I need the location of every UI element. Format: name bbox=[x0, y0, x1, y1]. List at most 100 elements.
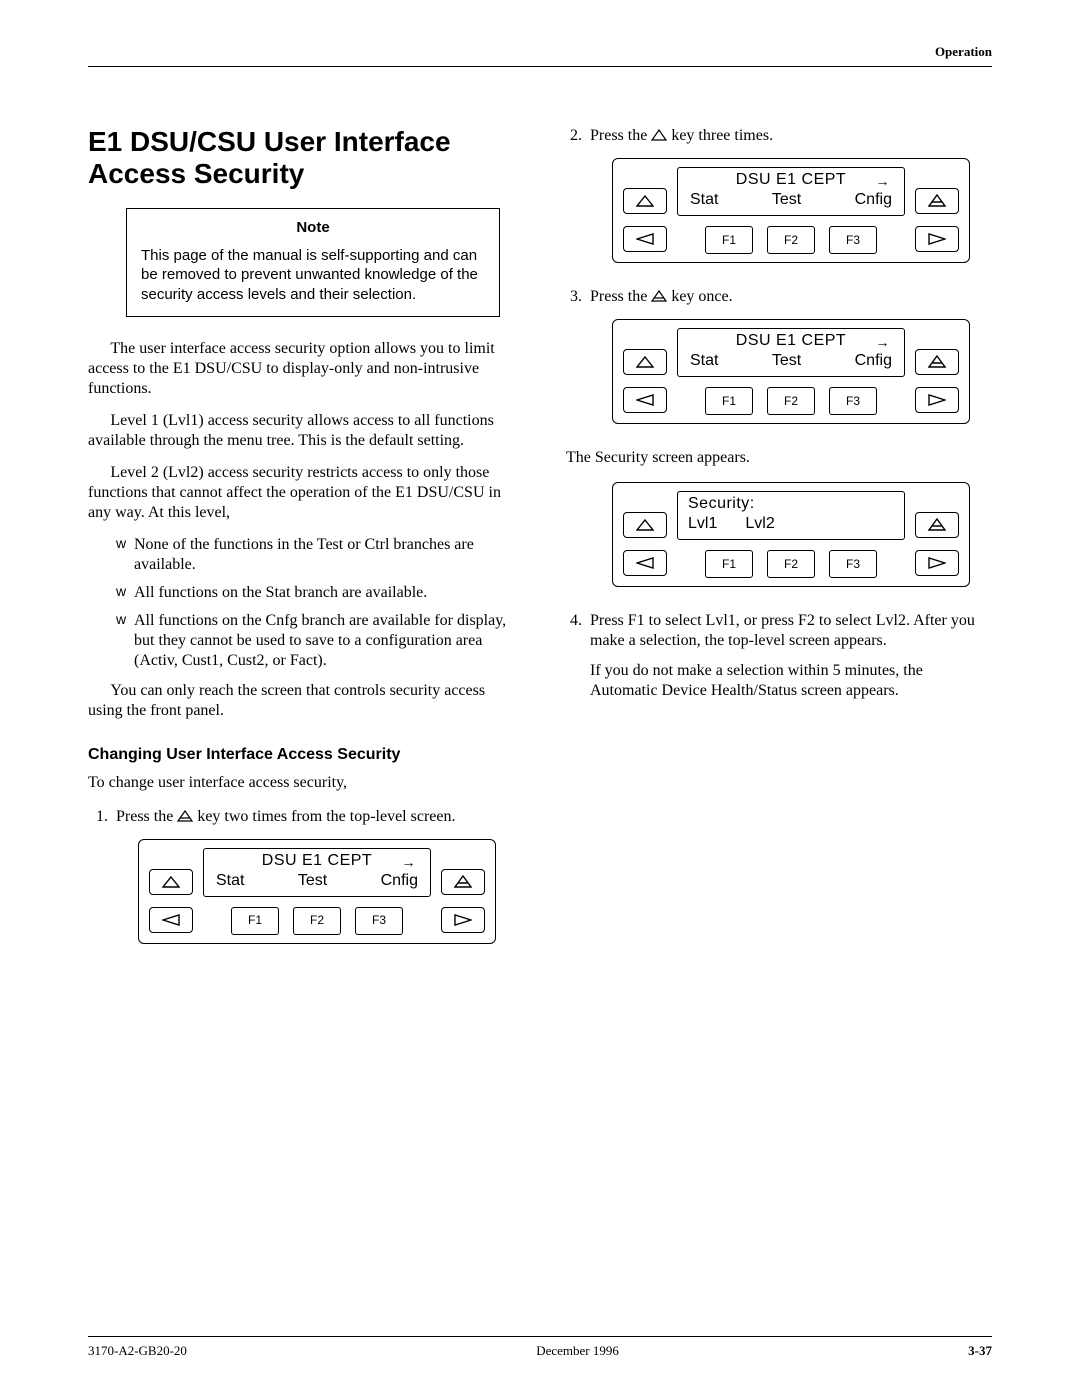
triangle-right-icon bbox=[928, 557, 946, 569]
step-4-extra: If you do not make a selection within 5 … bbox=[590, 661, 992, 701]
f3-button[interactable]: F3 bbox=[355, 907, 403, 935]
fkey-row: F1 F2 F3 bbox=[677, 226, 905, 254]
nav-up-button[interactable] bbox=[623, 188, 667, 214]
f2-button[interactable]: F2 bbox=[293, 907, 341, 935]
lcd-panel: DSU E1 CEPT → Stat Test Cnfig bbox=[612, 158, 970, 263]
menu-test: Test bbox=[772, 351, 801, 371]
triangle-bar-up-icon bbox=[928, 518, 946, 532]
f1-button[interactable]: F1 bbox=[231, 907, 279, 935]
f3-button[interactable]: F3 bbox=[829, 226, 877, 254]
lcd-panel: DSU E1 CEPT → Stat Test Cnfig bbox=[138, 839, 496, 944]
triangle-bar-up-icon bbox=[928, 194, 946, 208]
nav-home-button[interactable] bbox=[441, 869, 485, 895]
para-1: The user interface access security optio… bbox=[88, 339, 518, 399]
para-2: Level 1 (Lvl1) access security allows ac… bbox=[88, 411, 518, 451]
fkey-row: F1 F2 F3 bbox=[677, 550, 905, 578]
rule-top bbox=[88, 66, 992, 67]
f2-button[interactable]: F2 bbox=[767, 226, 815, 254]
column-right: Press the key three times. bbox=[562, 120, 992, 968]
nav-home-button[interactable] bbox=[915, 188, 959, 214]
menu-cnfig: Cnfig bbox=[855, 351, 892, 371]
step-2: Press the key three times. bbox=[586, 126, 992, 263]
f2-button[interactable]: F2 bbox=[767, 550, 815, 578]
bullet-list: None of the functions in the Test or Ctr… bbox=[88, 535, 518, 671]
triangle-bar-up-icon bbox=[177, 810, 193, 822]
nav-left-button[interactable] bbox=[623, 226, 667, 252]
lcd-panel: DSU E1 CEPT → Stat Test Cnfig bbox=[612, 319, 970, 424]
note-box: Note This page of the manual is self-sup… bbox=[126, 208, 500, 316]
note-body: This page of the manual is self-supporti… bbox=[141, 246, 485, 304]
fkey-row: F1 F2 F3 bbox=[677, 387, 905, 415]
security-lvl2: Lvl2 bbox=[745, 514, 774, 534]
step-1-text-a: Press the bbox=[116, 808, 177, 825]
f1-button[interactable]: F1 bbox=[705, 387, 753, 415]
triangle-up-icon bbox=[651, 129, 667, 141]
bullet-item: All functions on the Stat branch are ava… bbox=[116, 583, 518, 603]
page-title: E1 DSU/CSU User Interface Access Securit… bbox=[88, 126, 518, 190]
triangle-bar-up-icon bbox=[928, 355, 946, 369]
triangle-left-icon bbox=[162, 914, 180, 926]
f1-button[interactable]: F1 bbox=[705, 550, 753, 578]
content-columns: E1 DSU/CSU User Interface Access Securit… bbox=[88, 120, 992, 968]
triangle-left-icon bbox=[636, 233, 654, 245]
intro-2: To change user interface access security… bbox=[88, 773, 518, 793]
step-2-text-b: key three times. bbox=[671, 127, 773, 144]
step-2-text-a: Press the bbox=[590, 127, 651, 144]
screen-title: DSU E1 CEPT bbox=[736, 171, 846, 188]
nav-left-button[interactable] bbox=[623, 387, 667, 413]
triangle-right-icon bbox=[454, 914, 472, 926]
fkey-row: F1 F2 F3 bbox=[203, 907, 431, 935]
menu-stat: Stat bbox=[690, 351, 718, 371]
running-header: Operation bbox=[935, 44, 992, 60]
arrow-right-icon: → bbox=[876, 173, 891, 191]
nav-right-button[interactable] bbox=[915, 226, 959, 252]
lcd-screen: DSU E1 CEPT → Stat Test Cnfig bbox=[203, 848, 431, 897]
triangle-left-icon bbox=[636, 557, 654, 569]
footer-page: 3-37 bbox=[968, 1343, 992, 1359]
nav-right-button[interactable] bbox=[915, 387, 959, 413]
screen-title: DSU E1 CEPT bbox=[262, 852, 372, 869]
triangle-right-icon bbox=[928, 394, 946, 406]
nav-left-button[interactable] bbox=[623, 550, 667, 576]
nav-right-button[interactable] bbox=[441, 907, 485, 933]
step-1-text-b: key two times from the top-level screen. bbox=[197, 808, 455, 825]
arrow-right-icon: → bbox=[876, 334, 891, 352]
bullet-item: None of the functions in the Test or Ctr… bbox=[116, 535, 518, 575]
triangle-up-icon bbox=[636, 356, 654, 368]
menu-stat: Stat bbox=[216, 871, 244, 891]
triangle-up-icon bbox=[636, 519, 654, 531]
f2-button[interactable]: F2 bbox=[767, 387, 815, 415]
note-title: Note bbox=[141, 219, 485, 238]
step-3-text-b: key once. bbox=[671, 288, 732, 305]
footer-date: December 1996 bbox=[536, 1343, 619, 1359]
triangle-left-icon bbox=[636, 394, 654, 406]
menu-test: Test bbox=[772, 190, 801, 210]
security-title: Security: bbox=[688, 495, 755, 512]
f3-button[interactable]: F3 bbox=[829, 387, 877, 415]
lcd-panel-security: Security: Lvl1 Lvl2 bbox=[612, 482, 970, 587]
triangle-right-icon bbox=[928, 233, 946, 245]
screen-title: DSU E1 CEPT bbox=[736, 332, 846, 349]
f1-button[interactable]: F1 bbox=[705, 226, 753, 254]
nav-left-button[interactable] bbox=[149, 907, 193, 933]
page: Operation E1 DSU/CSU User Interface Acce… bbox=[0, 0, 1080, 1397]
menu-cnfig: Cnfig bbox=[855, 190, 892, 210]
triangle-bar-up-icon bbox=[454, 875, 472, 889]
triangle-up-icon bbox=[162, 876, 180, 888]
rule-bottom bbox=[88, 1336, 992, 1337]
triangle-up-icon bbox=[636, 195, 654, 207]
menu-test: Test bbox=[298, 871, 327, 891]
nav-up-button[interactable] bbox=[149, 869, 193, 895]
nav-up-button[interactable] bbox=[623, 512, 667, 538]
menu-cnfig: Cnfig bbox=[381, 871, 418, 891]
footer-doc: 3170-A2-GB20-20 bbox=[88, 1343, 187, 1359]
nav-home-button[interactable] bbox=[915, 349, 959, 375]
lcd-screen: DSU E1 CEPT → Stat Test Cnfig bbox=[677, 167, 905, 216]
step-1: Press the key two times from the top-lev… bbox=[112, 807, 518, 944]
nav-right-button[interactable] bbox=[915, 550, 959, 576]
lcd-screen: Security: Lvl1 Lvl2 bbox=[677, 491, 905, 540]
nav-up-button[interactable] bbox=[623, 349, 667, 375]
step-3-text-a: Press the bbox=[590, 288, 651, 305]
nav-home-button[interactable] bbox=[915, 512, 959, 538]
f3-button[interactable]: F3 bbox=[829, 550, 877, 578]
